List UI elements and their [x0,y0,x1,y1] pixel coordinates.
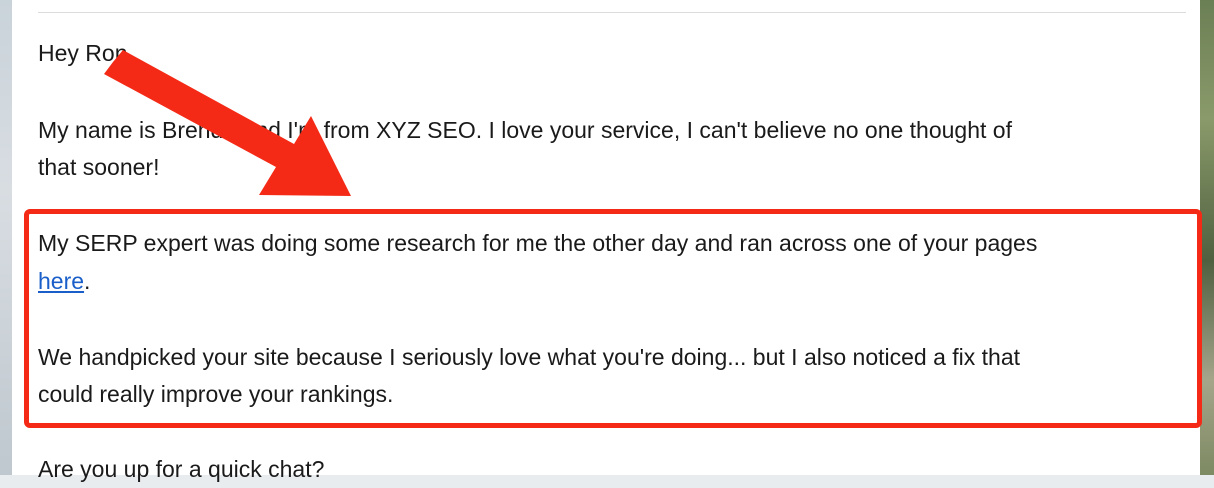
header-divider [38,12,1186,13]
background-left-edge [0,0,12,475]
paragraph-serp-line-2: here. [38,262,90,300]
paragraph-intro-line-1: My name is Brenda and I'm from XYZ SEO. … [38,117,1012,143]
background-right-edge [1200,0,1214,475]
email-greeting: Hey Ron, [38,40,134,66]
paragraph-handpicked-line-1: We handpicked your site because I seriou… [38,344,1021,370]
paragraph-handpicked-line-2: could really improve your rankings. [38,381,394,407]
here-link[interactable]: here [38,268,84,294]
period-text: . [84,268,91,294]
closing-question: Are you up for a quick chat? [38,456,325,482]
email-body: Hey Ron, My name is Brenda and I'm from … [12,0,1202,482]
paragraph-serp-line-1: My SERP expert was doing some research f… [38,230,1038,256]
paragraph-intro-line-2: that sooner! [38,154,160,180]
